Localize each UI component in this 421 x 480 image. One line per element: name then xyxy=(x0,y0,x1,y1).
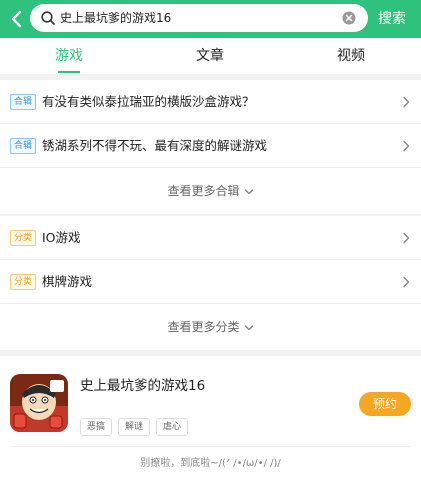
category-item[interactable]: 分类 IO游戏 xyxy=(0,216,421,260)
collection-badge: 合辑 xyxy=(10,94,37,110)
collection-item-label: 有没有类似泰拉瑞亚的横版沙盒游戏？ xyxy=(42,94,255,109)
end-of-list-text: 别撩啦，到底啦~/(ᐟ /•/ω/•/ /)/ xyxy=(140,458,281,469)
more-collections-button[interactable]: 查看更多合辑 xyxy=(0,168,421,214)
search-header: 史上最坑爹的游戏16 搜索 xyxy=(0,0,421,38)
tab-videos[interactable]: 视频 xyxy=(311,38,391,74)
collection-item[interactable]: 合辑 锈湖系列不得不玩、最有深度的解谜游戏 xyxy=(0,124,421,168)
tab-games[interactable]: 游戏 xyxy=(29,38,109,74)
game-tag[interactable]: 虐心 xyxy=(156,418,189,436)
category-badge: 分类 xyxy=(10,274,37,290)
collection-badge: 合辑 xyxy=(10,138,37,154)
back-button[interactable] xyxy=(6,8,26,30)
game-app-icon[interactable] xyxy=(10,374,68,432)
game-tag[interactable]: 解谜 xyxy=(118,418,151,436)
clear-icon[interactable] xyxy=(342,11,356,25)
game-tags: 恶搞 解谜 虐心 xyxy=(80,414,194,436)
collections-section: 合辑 有没有类似泰拉瑞亚的横版沙盒游戏？ 合辑 锈湖系列不得不玩、最有深度的解谜… xyxy=(0,80,421,214)
more-collections-label: 查看更多合辑 xyxy=(167,184,240,198)
chevron-right-icon xyxy=(403,96,410,108)
result-tabs: 游戏 文章 视频 xyxy=(0,38,421,74)
search-input-value: 史上最坑爹的游戏16 xyxy=(60,11,172,25)
game-tag[interactable]: 恶搞 xyxy=(80,418,113,436)
chevron-right-icon xyxy=(403,140,410,152)
active-tab-indicator xyxy=(58,71,80,73)
more-categories-button[interactable]: 查看更多分类 xyxy=(0,304,421,350)
category-item-label: IO游戏 xyxy=(42,230,81,245)
category-item-label: 棋牌游戏 xyxy=(42,274,93,289)
search-icon xyxy=(41,11,55,25)
collection-item-label: 锈湖系列不得不玩、最有深度的解谜游戏 xyxy=(42,138,268,153)
collection-item[interactable]: 合辑 有没有类似泰拉瑞亚的横版沙盒游戏？ xyxy=(0,80,421,124)
game-title[interactable]: 史上最坑爹的游戏16 xyxy=(80,374,205,394)
game-result-card[interactable]: 史上最坑爹的游戏16 恶搞 解谜 虐心 预约 别撩啦，到底啦~/(ᐟ /•/ω/•/… xyxy=(0,356,421,480)
chevron-right-icon xyxy=(403,276,410,288)
categories-section: 分类 IO游戏 分类 棋牌游戏 查看更多分类 xyxy=(0,216,421,350)
back-arrow-icon xyxy=(11,10,22,28)
category-badge: 分类 xyxy=(10,230,37,246)
tab-articles[interactable]: 文章 xyxy=(170,38,250,74)
chevron-down-icon xyxy=(244,324,253,330)
chevron-down-icon xyxy=(244,188,253,194)
chevron-right-icon xyxy=(403,232,410,244)
search-input[interactable]: 史上最坑爹的游戏16 xyxy=(30,4,368,32)
more-categories-label: 查看更多分类 xyxy=(167,320,240,334)
search-button[interactable]: 搜索 xyxy=(378,0,406,38)
category-item[interactable]: 分类 棋牌游戏 xyxy=(0,260,421,304)
reserve-button[interactable]: 预约 xyxy=(359,392,411,416)
divider xyxy=(10,446,411,447)
